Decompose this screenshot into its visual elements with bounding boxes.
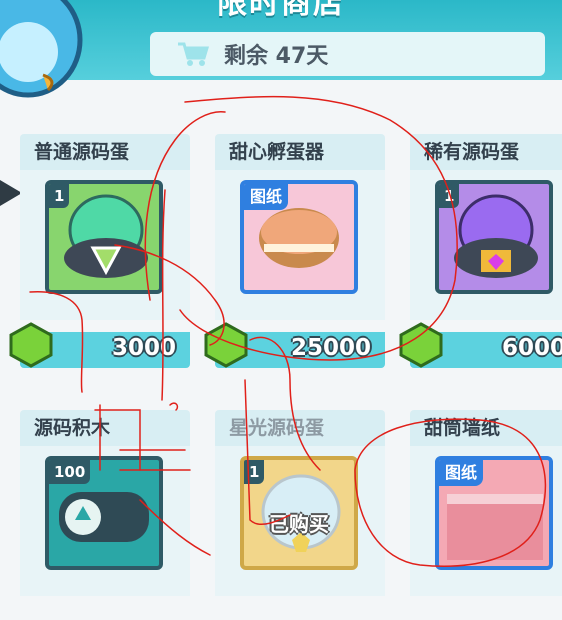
shopping-cart-icon bbox=[178, 42, 210, 66]
item-image-frame: 1 bbox=[45, 180, 163, 294]
green-gem-icon bbox=[9, 322, 53, 368]
remaining-days: 剩余 47天 bbox=[224, 44, 329, 69]
price-bar: 3000 bbox=[9, 322, 190, 368]
remaining-time-bar: 剩余 47天 bbox=[150, 32, 545, 76]
shop-item-code-block[interactable]: 源码积木 100 bbox=[20, 410, 190, 620]
item-image-frame: 1 已购买 bbox=[240, 456, 358, 570]
blueprint-badge: 图纸 bbox=[439, 460, 484, 486]
item-price: 6000 bbox=[501, 335, 562, 361]
shop-item-wallpaper[interactable]: 甜筒墙纸 图纸 bbox=[410, 410, 562, 620]
item-body: 1 bbox=[20, 170, 190, 320]
item-image-frame: 1 bbox=[435, 180, 553, 294]
item-title: 稀有源码蛋 bbox=[410, 134, 562, 170]
item-title: 甜筒墙纸 bbox=[410, 410, 562, 446]
shop-item-star-egg[interactable]: 星光源码蛋 1 已购买 bbox=[215, 410, 385, 620]
purchased-label: 已购买 bbox=[269, 512, 329, 536]
item-title: 源码积木 bbox=[20, 410, 190, 446]
item-body: 1 已购买 bbox=[215, 446, 385, 596]
item-title: 星光源码蛋 bbox=[215, 410, 385, 446]
item-title: 普通源码蛋 bbox=[20, 134, 190, 170]
item-title: 甜心孵蛋器 bbox=[215, 134, 385, 170]
item-price: 3000 bbox=[111, 335, 176, 361]
green-gem-icon bbox=[204, 322, 248, 368]
price-bar: 25000 bbox=[204, 322, 385, 368]
shop-item-common-egg[interactable]: 普通源码蛋 1 3000 bbox=[9, 134, 190, 368]
item-body: 图纸 bbox=[215, 170, 385, 320]
shop-item-incubator[interactable]: 甜心孵蛋器 图纸 25000 bbox=[204, 134, 385, 368]
bird-mascot-icon bbox=[0, 0, 83, 98]
price-bar: 6000 bbox=[399, 322, 562, 368]
item-price: 25000 bbox=[290, 335, 371, 361]
item-count-badge: 1 bbox=[244, 460, 265, 484]
item-image-frame: 图纸 bbox=[240, 180, 358, 294]
item-image-frame: 图纸 bbox=[435, 456, 553, 570]
item-image-frame: 100 bbox=[45, 456, 163, 570]
item-count-badge: 1 bbox=[439, 184, 460, 208]
item-count-badge: 1 bbox=[49, 184, 70, 208]
shop-item-rare-egg[interactable]: 稀有源码蛋 1 6000 bbox=[399, 134, 562, 368]
blueprint-badge: 图纸 bbox=[244, 184, 289, 210]
item-count-badge: 100 bbox=[49, 460, 91, 484]
item-body: 1 bbox=[410, 170, 562, 320]
item-body: 图纸 bbox=[410, 446, 562, 596]
item-body: 100 bbox=[20, 446, 190, 596]
green-gem-icon bbox=[399, 322, 443, 368]
